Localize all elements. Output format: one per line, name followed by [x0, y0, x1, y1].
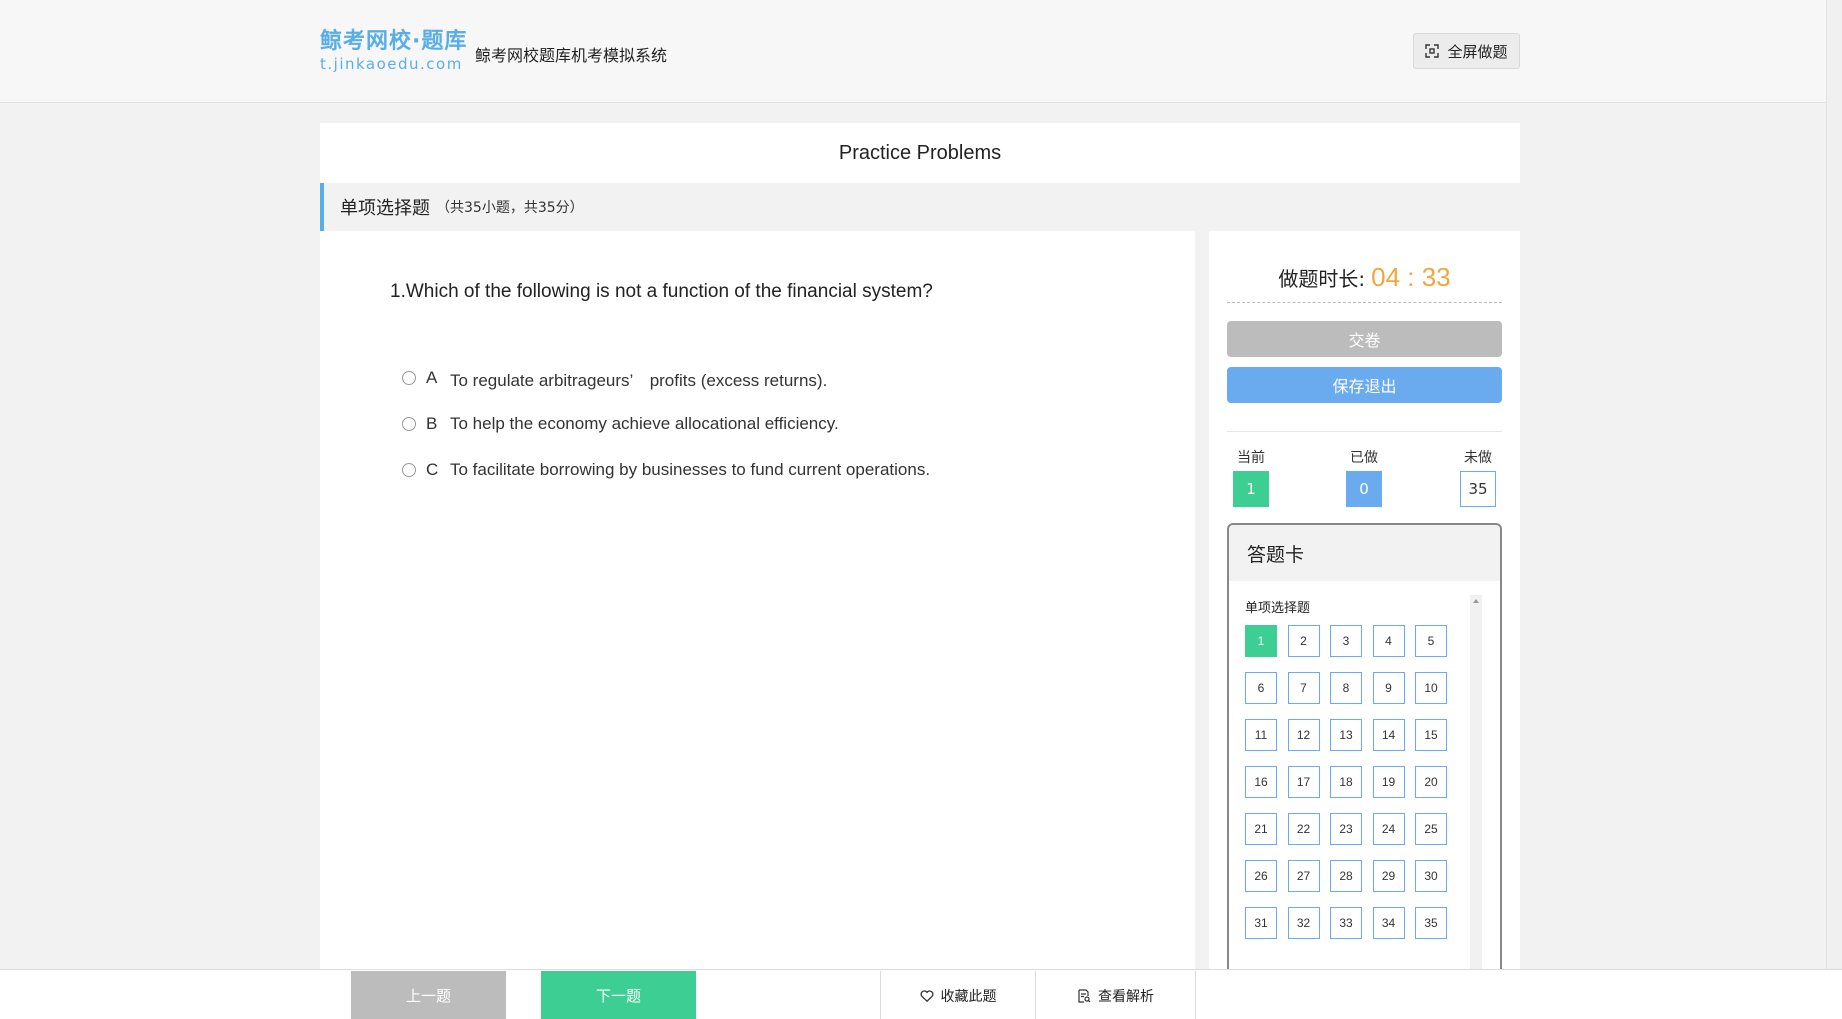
stat-done-value: 0 [1346, 471, 1382, 507]
option-letter: A [426, 368, 438, 387]
logo-url: t.jinkaoedu.com [320, 55, 463, 73]
answer-card-cell-19[interactable]: 19 [1372, 766, 1405, 798]
answer-card-cell-12[interactable]: 12 [1287, 719, 1320, 751]
option-text: To regulate arbitrageurs’ profits (exces… [450, 370, 828, 390]
answer-card-cell-1[interactable]: 1 [1245, 625, 1277, 657]
answer-card-body: 单项选择题 1 2 3 4 5 6 7 8 9 10 11 12 13 14 15 16 17 18 19 20 21 2… [1229, 581, 1500, 983]
question-text: 1.Which of the following is not a functi… [390, 281, 933, 302]
answer-card-cell-4[interactable]: 4 [1372, 625, 1405, 657]
answer-card-cell-32[interactable]: 32 [1287, 907, 1320, 939]
option-text: To help the economy achieve allocational… [450, 414, 839, 433]
site-title: 鲸考网校题库机考模拟系统 [475, 46, 668, 65]
favorite-button[interactable]: 收藏此题 [880, 971, 1036, 1019]
logo-text: 鲸考网校·题库 [320, 29, 468, 54]
option-letter: C [426, 460, 439, 479]
stat-done-label: 已做 [1350, 450, 1378, 466]
answer-card-cell-13[interactable]: 13 [1330, 719, 1362, 751]
stat-done: 已做 0 [1339, 447, 1389, 507]
answer-card-cell-9[interactable]: 9 [1372, 672, 1405, 704]
option-list: A To regulate arbitrageurs’ profits (exc… [402, 355, 930, 493]
document-search-icon [1077, 988, 1091, 1003]
answer-card-cell-24[interactable]: 24 [1372, 813, 1405, 845]
fullscreen-button[interactable]: 全屏做题 [1413, 33, 1520, 69]
answer-card-cell-15[interactable]: 15 [1415, 719, 1447, 751]
section-meta: （共35小题，共35分） [436, 200, 584, 216]
option-c[interactable]: C To facilitate borrowing by businesses … [402, 447, 930, 493]
answer-card-cell-2[interactable]: 2 [1287, 625, 1320, 657]
fullscreen-icon [1425, 44, 1440, 58]
fullscreen-label: 全屏做题 [1447, 42, 1508, 61]
answer-card-cell-34[interactable]: 34 [1372, 907, 1405, 939]
divider [1227, 431, 1502, 432]
exam-title: Practice Problems [838, 141, 1002, 164]
answer-card-cell-26[interactable]: 26 [1245, 860, 1277, 892]
bottom-toolbar: 上一题 下一题 收藏此题 查看解析 [0, 969, 1842, 1019]
save-exit-button[interactable]: 保存退出 [1227, 367, 1502, 403]
analysis-label: 查看解析 [1098, 988, 1154, 1005]
next-question-button[interactable]: 下一题 [541, 971, 696, 1019]
section-name: 单项选择题 [340, 198, 430, 219]
top-header: 鲸考网校·题库 t.jinkaoedu.com 鲸考网校题库机考模拟系统 全屏做… [0, 0, 1842, 103]
answer-card: 答题卡 单项选择题 1 2 3 4 5 6 7 8 9 10 11 12 13 14 15 16 17 18 19 2… [1227, 523, 1502, 983]
answer-card-cell-25[interactable]: 25 [1415, 813, 1447, 845]
option-b[interactable]: B To help the economy achieve allocation… [402, 401, 930, 447]
answer-card-cell-35[interactable]: 35 [1415, 907, 1447, 939]
answer-card-scrollbar[interactable] [1470, 595, 1482, 983]
stat-current-label: 当前 [1237, 450, 1265, 466]
question-panel: 1.Which of the following is not a functi… [320, 231, 1195, 971]
answer-card-title: 答题卡 [1229, 525, 1500, 581]
answer-card-cell-16[interactable]: 16 [1245, 766, 1277, 798]
answer-card-cell-3[interactable]: 3 [1330, 625, 1362, 657]
favorite-label: 收藏此题 [940, 988, 997, 1005]
answer-card-cell-17[interactable]: 17 [1287, 766, 1320, 798]
stat-todo-label: 未做 [1464, 450, 1492, 466]
side-panel: 做题时长: 04 : 33 交卷 保存退出 当前 1 已做 0 未做 35 答题… [1209, 231, 1520, 983]
stat-todo: 未做 35 [1453, 447, 1503, 507]
stat-current: 当前 1 [1226, 447, 1276, 507]
answer-card-cell-10[interactable]: 10 [1415, 672, 1447, 704]
answer-card-cell-29[interactable]: 29 [1372, 860, 1405, 892]
answer-card-cell-31[interactable]: 31 [1245, 907, 1277, 939]
exam-title-bar: Practice Problems [320, 123, 1520, 183]
answer-card-cell-11[interactable]: 11 [1245, 719, 1277, 751]
answer-card-cell-18[interactable]: 18 [1330, 766, 1362, 798]
answer-card-cell-28[interactable]: 28 [1330, 860, 1362, 892]
scroll-up-arrow-icon[interactable] [1473, 599, 1479, 603]
answer-card-cell-5[interactable]: 5 [1415, 625, 1447, 657]
stat-todo-value: 35 [1460, 471, 1496, 507]
answer-card-cell-33[interactable]: 33 [1330, 907, 1362, 939]
answer-card-section-label: 单项选择题 [1245, 601, 1311, 616]
answer-card-cell-20[interactable]: 20 [1415, 766, 1447, 798]
submit-button[interactable]: 交卷 [1227, 321, 1502, 357]
timer-label: 做题时长: [1278, 267, 1366, 291]
stat-current-value: 1 [1233, 471, 1269, 507]
section-header: 单项选择题 （共35小题，共35分） [320, 183, 1520, 231]
answer-grid: 1 2 3 4 5 6 7 8 9 10 11 12 13 14 15 16 17 18 19 20 21 22 23 24 2… [1245, 625, 1460, 939]
answer-card-cell-6[interactable]: 6 [1245, 672, 1277, 704]
option-b-radio[interactable] [402, 417, 416, 431]
option-c-radio[interactable] [402, 463, 416, 477]
answer-card-cell-23[interactable]: 23 [1330, 813, 1362, 845]
answer-card-cell-27[interactable]: 27 [1287, 860, 1320, 892]
answer-card-cell-7[interactable]: 7 [1287, 672, 1320, 704]
answer-card-cell-22[interactable]: 22 [1287, 813, 1320, 845]
logo[interactable]: 鲸考网校·题库 t.jinkaoedu.com [320, 28, 468, 73]
answer-card-cell-21[interactable]: 21 [1245, 813, 1277, 845]
heart-icon [920, 989, 934, 1003]
timer: 做题时长: 04 : 33 [1227, 253, 1502, 303]
page-scrollbar[interactable] [1826, 0, 1842, 1019]
option-a-radio[interactable] [402, 371, 416, 385]
timer-value: 04 : 33 [1371, 262, 1451, 292]
option-text: To facilitate borrowing by businesses to… [450, 460, 931, 479]
option-letter: B [426, 414, 438, 433]
option-a[interactable]: A To regulate arbitrageurs’ profits (exc… [402, 355, 930, 401]
view-analysis-button[interactable]: 查看解析 [1036, 971, 1196, 1019]
answer-card-cell-8[interactable]: 8 [1330, 672, 1362, 704]
prev-question-button[interactable]: 上一题 [351, 971, 506, 1019]
answer-card-cell-30[interactable]: 30 [1415, 860, 1447, 892]
answer-card-cell-14[interactable]: 14 [1372, 719, 1405, 751]
